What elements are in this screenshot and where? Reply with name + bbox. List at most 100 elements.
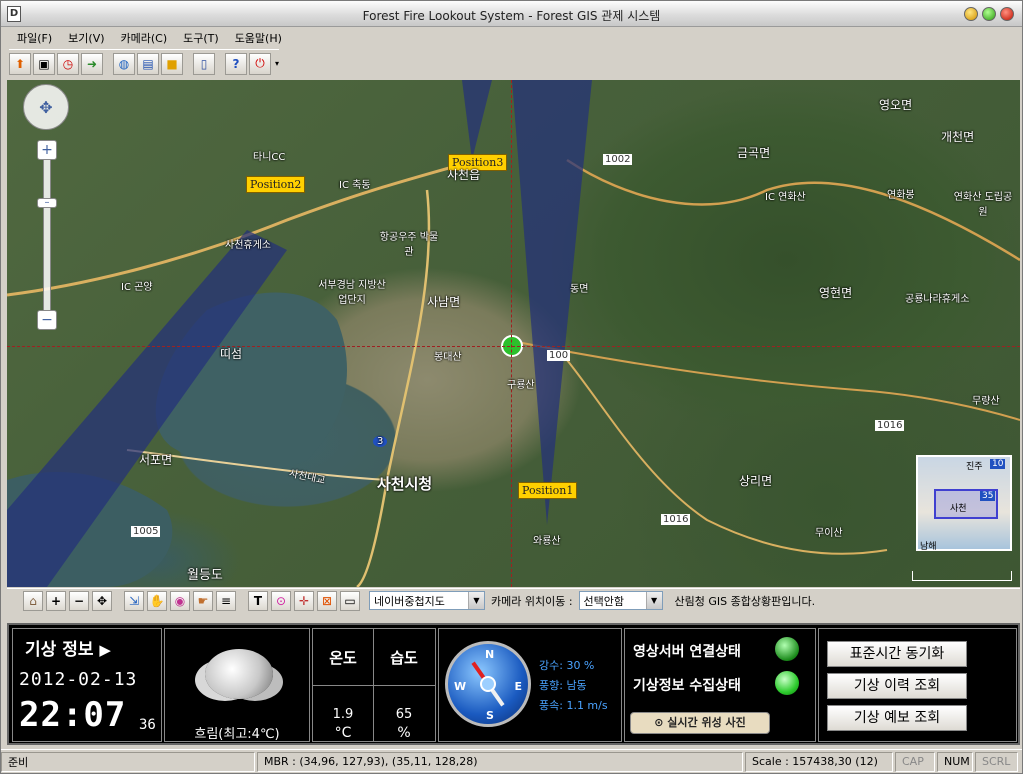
list-icon[interactable]: ≡ (216, 590, 236, 611)
select-area-icon[interactable]: ⇲ (124, 590, 144, 611)
status-bar: 준비 MBR : (34,96, 127,93), (35,11, 128,28… (1, 749, 1022, 773)
temp-humid-panel: 온도 습도 1.9 65 °C % (312, 628, 436, 742)
maximize-button[interactable] (982, 7, 996, 21)
chevron-down-icon[interactable]: ▼ (645, 592, 662, 609)
map-toolbar: ⌂ + − ✥ ⇲ ✋ ◉ ☛ ≡ T ⊙ ✛ ⊠ ▭ 네이버중첩지도 ▼ 카메… (7, 588, 1020, 612)
zoom-control: ✥ + – − (23, 84, 71, 334)
compass-south: S (486, 709, 494, 722)
weather-info-title[interactable]: 기상 정보 ▶ (25, 635, 111, 660)
map-view[interactable]: Position1 Position2 Position3 사천시청 사남면 봉… (7, 80, 1020, 587)
minimap[interactable]: 진주 10 35 사천 남해 (916, 455, 1012, 552)
zoom-in-icon[interactable]: + (46, 590, 66, 611)
crosshair-horizontal (7, 346, 1020, 347)
zoom-slider-handle[interactable]: – (37, 198, 57, 208)
weather-history-button[interactable]: 기상 이력 조회 (827, 673, 967, 699)
map-overlay (7, 80, 1020, 587)
road-badge-1005: 1005 (131, 526, 161, 537)
label-industrial: 서부경남 지방산업단지 (318, 280, 386, 306)
status-ready: 준비 (1, 751, 255, 772)
menu-view[interactable]: 보기(V) (60, 30, 112, 46)
device-icon[interactable]: ▯ (193, 52, 215, 75)
road-badge-1016-east: 1016 (875, 420, 905, 431)
minimap-label-sacheon: 사천 (950, 504, 967, 514)
close-button[interactable] (1000, 7, 1014, 21)
app-window: D Forest Fire Lookout System - Forest GI… (0, 0, 1023, 774)
zoom-track[interactable] (43, 144, 51, 324)
weather-collect-status-led (775, 671, 799, 695)
weather-forecast-button[interactable]: 기상 예보 조회 (827, 705, 967, 731)
compass-icon: N E S W (445, 641, 531, 727)
position-flag-2[interactable]: Position2 (246, 176, 306, 193)
sky-condition-panel: 흐림(최고:4℃) (164, 628, 310, 742)
label-yeonhwabong: 연화봉 (887, 190, 915, 201)
menu-camera[interactable]: 카메라(C) (113, 30, 176, 46)
camera-view-cone-3 (462, 80, 492, 160)
video-server-status-led (775, 637, 799, 661)
folder-icon[interactable]: ■ (161, 52, 183, 75)
zoom-in-button[interactable]: + (37, 140, 57, 160)
road-badge-1002: 1002 (603, 154, 633, 165)
help-icon[interactable]: ? (225, 52, 247, 75)
label-sacheon-city: 사천시청 (377, 475, 433, 493)
weather-date: 2012-02-13 (19, 669, 138, 690)
measure-icon[interactable]: ⊙ (271, 590, 291, 611)
power-icon[interactable]: ⏻ (249, 52, 271, 75)
menu-help[interactable]: 도움말(H) (227, 30, 290, 46)
hand-select-icon[interactable]: ☛ (193, 590, 213, 611)
delete-tool-icon[interactable]: ⊠ (317, 590, 337, 611)
weather-seconds: 36 (139, 717, 156, 733)
label-wolgdo: 월등도 (187, 568, 223, 583)
home-icon[interactable]: ⌂ (23, 590, 43, 611)
weather-dashboard: 기상 정보 ▶ 2012-02-13 22:07 36 흐림(최고:4℃) 온도… (7, 623, 1020, 745)
hand-tool-icon[interactable]: ✋ (147, 590, 167, 611)
pan-icon[interactable]: ✥ (92, 590, 112, 611)
color-wheel-icon[interactable]: ◉ (170, 590, 190, 611)
camera-view-cone-1 (512, 80, 592, 525)
camera-icon[interactable]: ▣ (33, 52, 55, 75)
label-gongnyong-rest: 공룡나라휴게소 (905, 294, 970, 305)
temp-value: 1.9 (332, 707, 354, 722)
temp-header: 온도 (329, 649, 357, 667)
humidity-unit: % (397, 725, 411, 741)
text-tool-icon[interactable]: T (248, 590, 268, 611)
status-scale: Scale : 157438,30 (12) (745, 751, 893, 772)
chevron-down-icon[interactable]: ▼ (468, 592, 484, 609)
sync-time-button[interactable]: 표준시간 동기화 (827, 641, 967, 667)
menu-tools[interactable]: 도구(T) (175, 30, 227, 46)
minimap-badge-35: 35 (980, 491, 996, 501)
weather-time: 22:07 (19, 695, 127, 735)
status-mbr: MBR : (34,96, 127,93), (35,11, 128,28) (257, 751, 743, 772)
minimap-label-namhae: 남해 (920, 542, 937, 552)
position-flag-1[interactable]: Position1 (518, 482, 578, 499)
printer-icon[interactable]: ▤ (137, 52, 159, 75)
export-icon[interactable]: ➜ (81, 52, 103, 75)
window-tool-icon[interactable]: ▭ (340, 590, 360, 611)
stopwatch-icon[interactable]: ◷ (57, 52, 79, 75)
main-toolbar: ⬆ ▣ ◷ ➜ ◍ ▤ ■ ▯ ? ⏻ ▾ (9, 49, 280, 77)
satellite-icon: ⊙ (654, 716, 664, 729)
menu-file[interactable]: 파일(F) (9, 30, 60, 46)
minimize-button[interactable] (964, 7, 978, 21)
map-type-select[interactable]: 네이버중첩지도 ▼ (369, 591, 485, 610)
label-seopo: 서포면 (139, 453, 173, 467)
camera-position-select[interactable]: 선택안함 ▼ (578, 591, 663, 610)
humidity-value: 65 (395, 707, 413, 722)
map-status-message: 산림청 GIS 종합상황판입니다. (674, 594, 816, 608)
zoom-out-icon[interactable]: − (69, 590, 89, 611)
upload-icon[interactable]: ⬆ (9, 52, 31, 75)
play-icon[interactable]: ▶ (99, 641, 111, 659)
toolbar-overflow-icon[interactable]: ▾ (275, 59, 279, 68)
crosshair-tool-icon[interactable]: ✛ (294, 590, 314, 611)
actions-panel: 표준시간 동기화 기상 이력 조회 기상 예보 조회 (818, 628, 1017, 742)
globe-icon[interactable]: ◍ (113, 52, 135, 75)
precipitation-text: 강수: 30 % (539, 659, 595, 672)
pan-control-icon[interactable]: ✥ (23, 84, 69, 130)
label-tteoseom: 띠섬 (220, 347, 243, 361)
menu-bar: 파일(F) 보기(V) 카메라(C) 도구(T) 도움말(H) (9, 28, 290, 48)
zoom-out-button[interactable]: − (37, 310, 57, 330)
status-cap: CAP (895, 751, 935, 772)
title-bar: D Forest Fire Lookout System - Forest GI… (1, 1, 1022, 27)
satellite-photo-button[interactable]: ⊙ 실시간 위성 사진 (630, 712, 770, 734)
label-yeonhwa-park: 연화산 도립공원 (953, 192, 1013, 218)
label-ic-gonyang: IC 곤양 (121, 282, 153, 293)
